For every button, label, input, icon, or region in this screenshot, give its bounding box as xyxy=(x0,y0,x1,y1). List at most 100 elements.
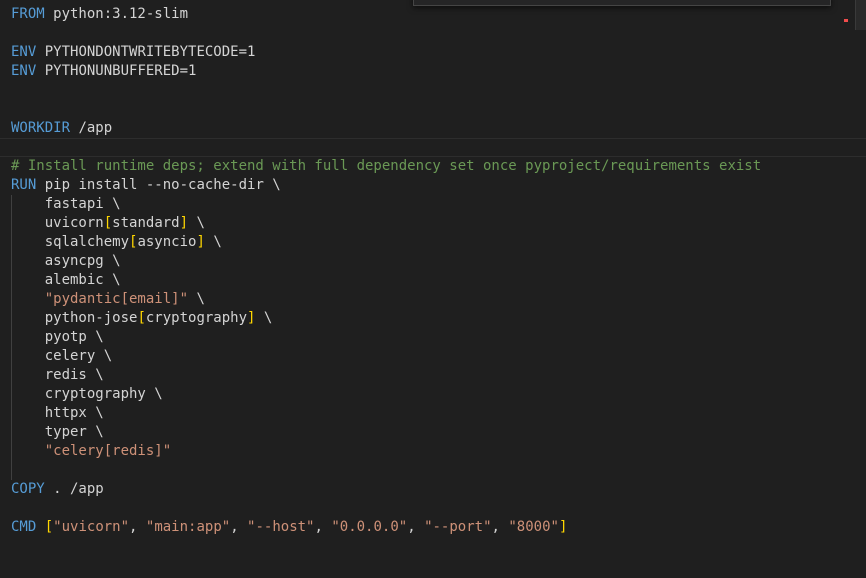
instruction-args: python:3.12-slim xyxy=(44,6,189,22)
package-name: uvicorn xyxy=(44,215,104,231)
separator: , xyxy=(129,519,146,535)
line-continuation: \ xyxy=(188,215,205,231)
package-name: sqlalchemy xyxy=(44,234,130,250)
code-line[interactable]: asyncpg \ xyxy=(11,252,846,271)
package-name: cryptography xyxy=(44,386,146,402)
code-line[interactable]: python-jose[cryptography] \ xyxy=(11,309,846,328)
bracket: [ xyxy=(137,310,146,326)
separator: , xyxy=(491,519,509,535)
code-line[interactable]: "celery[redis]" xyxy=(11,442,846,461)
package-name: redis xyxy=(44,367,87,383)
bracket: ] xyxy=(179,215,189,231)
line-continuation: \ xyxy=(103,253,121,269)
code-line[interactable] xyxy=(11,81,846,100)
package-extra: cryptography xyxy=(145,310,248,326)
package-name: celery xyxy=(44,348,96,364)
dockerfile-keyword: ENV xyxy=(11,44,37,60)
code-line[interactable]: # Install runtime deps; extend with full… xyxy=(11,157,846,176)
package-name: asyncpg xyxy=(44,253,104,269)
code-line[interactable]: "pydantic[email]" \ xyxy=(11,290,846,309)
code-line[interactable]: FROM python:3.12-slim xyxy=(11,5,846,24)
line-continuation: \ xyxy=(86,329,104,345)
separator: , xyxy=(230,519,248,535)
code-line[interactable]: ENV PYTHONUNBUFFERED=1 xyxy=(11,62,846,81)
code-line[interactable]: COPY . /app xyxy=(11,480,846,499)
line-continuation: \ xyxy=(204,234,222,250)
dockerfile-keyword: FROM xyxy=(11,6,45,22)
code-line[interactable] xyxy=(11,461,846,480)
package-extra: asyncio xyxy=(137,234,197,250)
package-extra: standard xyxy=(112,215,180,231)
line-continuation: \ xyxy=(86,405,104,421)
bracket: ] xyxy=(558,519,568,535)
code-editor[interactable]: FROM python:3.12-slim ENV PYTHONDONTWRITE… xyxy=(0,0,866,578)
dockerfile-keyword: ENV xyxy=(11,63,37,79)
instruction-args: /app xyxy=(70,120,113,136)
cmd-arg: "uvicorn" xyxy=(53,519,130,535)
minimap[interactable] xyxy=(855,0,866,30)
instruction-args: . /app xyxy=(44,481,104,497)
cmd-arg: "0.0.0.0" xyxy=(331,519,408,535)
code-line[interactable]: cryptography \ xyxy=(11,385,846,404)
line-continuation: \ xyxy=(255,310,273,326)
code-line[interactable] xyxy=(11,499,846,518)
bracket: [ xyxy=(103,215,113,231)
code-line[interactable]: RUN pip install --no-cache-dir \ xyxy=(11,176,846,195)
instruction-args: pip install --no-cache-dir \ xyxy=(36,177,281,193)
line-continuation: \ xyxy=(188,291,205,307)
dockerfile-keyword: COPY xyxy=(11,481,45,497)
code-line[interactable]: fastapi \ xyxy=(11,195,846,214)
line-continuation: \ xyxy=(86,367,104,383)
package-name: alembic xyxy=(44,272,104,288)
instruction-args: PYTHONUNBUFFERED=1 xyxy=(36,63,197,79)
code-line[interactable]: uvicorn[standard] \ xyxy=(11,214,846,233)
cmd-arg: "--port" xyxy=(424,519,492,535)
package-name: pyotp xyxy=(44,329,87,345)
bracket: [ xyxy=(44,519,54,535)
line-continuation: \ xyxy=(103,272,121,288)
code-line[interactable]: CMD ["uvicorn", "main:app", "--host", "0… xyxy=(11,518,846,537)
package-name: httpx xyxy=(44,405,87,421)
line-continuation: \ xyxy=(145,386,163,402)
separator: , xyxy=(314,519,332,535)
package-string: "pydantic[email]" xyxy=(44,291,189,307)
code-lines[interactable]: FROM python:3.12-slim ENV PYTHONDONTWRITE… xyxy=(0,5,866,537)
code-line[interactable]: celery \ xyxy=(11,347,846,366)
code-line[interactable] xyxy=(11,24,846,43)
code-comment: # Install runtime deps; extend with full… xyxy=(11,158,762,174)
line-continuation: \ xyxy=(103,196,121,212)
code-line[interactable]: redis \ xyxy=(11,366,846,385)
cmd-arg: "8000" xyxy=(508,519,559,535)
code-line[interactable]: alembic \ xyxy=(11,271,846,290)
package-name: fastapi xyxy=(44,196,104,212)
code-line[interactable]: sqlalchemy[asyncio] \ xyxy=(11,233,846,252)
code-line[interactable]: httpx \ xyxy=(11,404,846,423)
code-line[interactable]: ENV PYTHONDONTWRITEBYTECODE=1 xyxy=(11,43,846,62)
dockerfile-keyword: WORKDIR xyxy=(11,120,71,136)
code-line[interactable]: WORKDIR /app xyxy=(11,119,846,138)
code-line[interactable]: typer \ xyxy=(11,423,846,442)
package-string: "celery[redis]" xyxy=(44,443,172,459)
dockerfile-keyword: CMD xyxy=(11,519,37,535)
code-line[interactable] xyxy=(0,138,866,157)
code-line[interactable] xyxy=(11,100,846,119)
dockerfile-keyword: RUN xyxy=(11,177,37,193)
separator: , xyxy=(407,519,425,535)
code-line[interactable]: pyotp \ xyxy=(11,328,846,347)
bracket: ] xyxy=(196,234,205,250)
package-name: typer xyxy=(44,424,87,440)
